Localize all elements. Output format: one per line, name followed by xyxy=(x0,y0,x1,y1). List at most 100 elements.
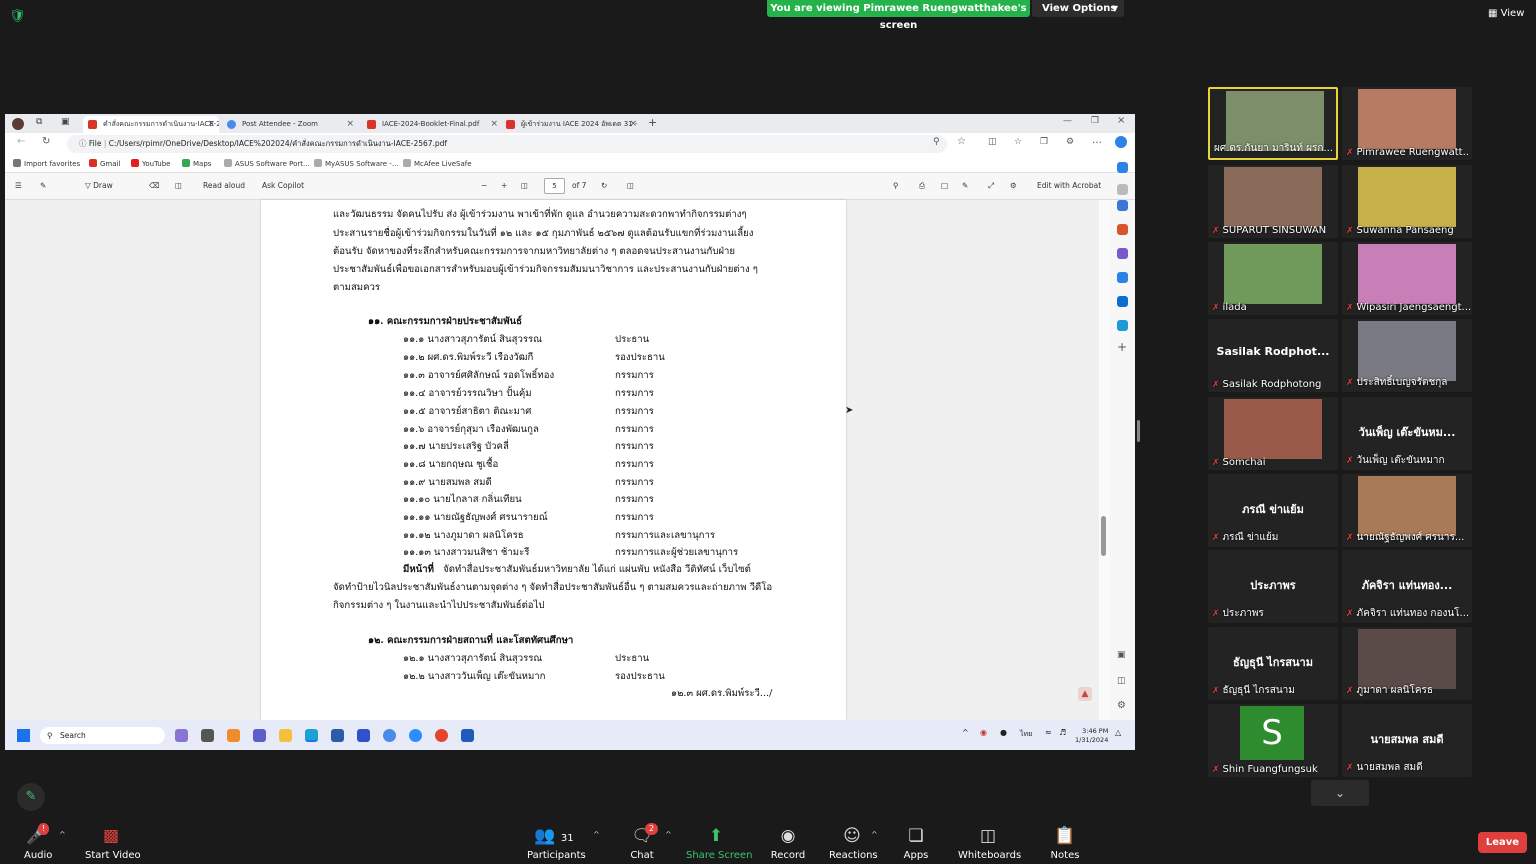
sidebar-settings-icon[interactable]: ⚙ xyxy=(1117,700,1126,711)
security-shield-icon[interactable]: 🛡 xyxy=(9,9,26,24)
save-icon[interactable]: □ xyxy=(941,181,948,190)
favorite-maps[interactable]: Maps xyxy=(182,159,211,168)
volume-icon[interactable]: ♬ xyxy=(1059,728,1066,737)
file-explorer-icon[interactable] xyxy=(279,729,292,742)
favorite-myasus[interactable]: MyASUS Software -... xyxy=(314,159,399,168)
contents-icon[interactable]: ☰ xyxy=(15,181,22,190)
tab-1[interactable]: Post Attendee - Zoom × xyxy=(222,116,358,133)
participant-tile[interactable]: ✗ Wipasiri Jaengsaengt... xyxy=(1342,242,1472,315)
whiteboard-app-icon[interactable] xyxy=(357,729,370,742)
participant-tile[interactable]: ✗ ภูมาดา ผลนิโครธ xyxy=(1342,627,1472,700)
close-icon[interactable]: × xyxy=(629,116,637,133)
notification-bell-icon[interactable]: △ xyxy=(1115,728,1121,737)
whiteboards-button[interactable]: ◫ Whiteboards xyxy=(958,825,1021,861)
find-icon[interactable]: ⚲ xyxy=(893,181,899,190)
tools-icon[interactable] xyxy=(1117,224,1128,235)
teams-icon[interactable] xyxy=(253,729,266,742)
panel-resize-handle[interactable] xyxy=(1137,420,1140,442)
favorite-star-icon[interactable]: ☆ xyxy=(957,136,966,147)
reactions-caret-icon[interactable]: ^ xyxy=(871,830,878,839)
taskbar-search[interactable]: ⚲ Search xyxy=(40,727,165,744)
mcafee-tray-icon[interactable]: ◉ xyxy=(980,728,987,737)
back-icon[interactable]: ← xyxy=(17,136,25,147)
settings-icon[interactable]: ⚙ xyxy=(1010,181,1017,190)
leave-button[interactable]: Leave xyxy=(1478,832,1527,853)
zoom-app-icon[interactable] xyxy=(383,729,396,742)
sidebar-toggle-icon[interactable]: ◫ xyxy=(1117,676,1126,686)
participant-tile[interactable]: S ✗ Shin Fuangfungsuk xyxy=(1208,704,1338,777)
ask-copilot-button[interactable]: Ask Copilot xyxy=(262,181,304,190)
view-button[interactable]: ▦ View xyxy=(1488,8,1524,19)
notes-button[interactable]: 📋 Notes xyxy=(1049,825,1081,861)
favorite-import[interactable]: Import favorites xyxy=(13,159,80,168)
task-view-icon[interactable] xyxy=(201,729,214,742)
rotate-icon[interactable]: ↻ xyxy=(601,181,607,190)
outlook-icon[interactable] xyxy=(1117,296,1128,307)
app-icon[interactable] xyxy=(227,729,240,742)
copilot-sidebar-icon[interactable] xyxy=(1117,162,1128,173)
acrobat-icon[interactable]: ▲ xyxy=(1078,687,1092,701)
participant-tile[interactable]: ✗ Suwanna Pansaeng xyxy=(1342,165,1472,238)
reactions-button[interactable]: ☺ Reactions xyxy=(829,825,878,861)
annotate-button[interactable]: ✎ xyxy=(17,783,45,811)
edit-with-acrobat-button[interactable]: Edit with Acrobat xyxy=(1037,181,1101,190)
tab-actions-icon[interactable]: ▣ xyxy=(61,117,70,127)
apps-button[interactable]: ❏ Apps xyxy=(900,825,932,861)
participant-tile[interactable]: ✗ ilada xyxy=(1208,242,1338,315)
microsoft365-icon[interactable] xyxy=(1117,272,1128,283)
page-view-icon[interactable]: ◫ xyxy=(175,181,182,190)
participant-tile[interactable]: วันเพ็ญ เต๊ะขันหม... ✗ วันเพ็ญ เต๊ะขันหมาก xyxy=(1342,397,1472,470)
start-video-button[interactable]: ▩ Start Video xyxy=(85,825,141,861)
extensions-icon[interactable]: ⚙ xyxy=(1066,137,1074,147)
clock[interactable]: 3:46 PM 1/31/2024 xyxy=(1075,727,1108,745)
favorite-youtube[interactable]: YouTube xyxy=(131,159,170,168)
participant-tile[interactable]: ผศ.ดร.กันยา มารินท์ ผรก... xyxy=(1208,87,1338,160)
screenshot-icon[interactable]: ▣ xyxy=(1117,650,1126,660)
minimize-icon[interactable]: — xyxy=(1063,116,1072,126)
page-number-input[interactable]: 5 xyxy=(544,178,565,194)
participant-tile[interactable]: ✗ SUPARUT SINSUWAN xyxy=(1208,165,1338,238)
language-indicator[interactable]: ไทย xyxy=(1020,729,1032,740)
tab-3[interactable]: ผู้เข้าร่วมงาน IACE 2024 อัพเดต 31 - × xyxy=(501,116,641,133)
vertical-scrollbar[interactable] xyxy=(1099,200,1109,720)
tab-2[interactable]: IACE-2024-Booklet-Final.pdf × xyxy=(362,116,502,133)
workspaces-icon[interactable]: ⧉ xyxy=(36,117,42,127)
scrollbar-thumb[interactable] xyxy=(1101,516,1106,556)
record-button[interactable]: ◉ Record xyxy=(770,825,806,861)
audio-button[interactable]: 🎤 ! Audio xyxy=(24,823,52,861)
shopping-icon[interactable] xyxy=(1117,200,1128,211)
audio-options-caret-icon[interactable]: ^ xyxy=(59,830,66,839)
games-icon[interactable] xyxy=(1117,248,1128,259)
participants-caret-icon[interactable]: ^ xyxy=(593,830,600,839)
save-as-icon[interactable]: ✎ xyxy=(962,181,968,190)
url-bar[interactable]: ⓘ File | C:/Users/rpimr/OneDrive/Desktop… xyxy=(67,135,947,153)
print-icon[interactable]: ⎙ xyxy=(919,181,925,191)
fit-page-icon[interactable]: ◫ xyxy=(521,181,528,190)
mic-tray-icon[interactable]: ● xyxy=(1000,728,1007,737)
word-icon[interactable] xyxy=(461,729,474,742)
share-screen-button[interactable]: ⬆ Share Screen xyxy=(686,825,752,861)
participants-button[interactable]: 👥 31 Participants xyxy=(527,825,586,861)
edge-icon[interactable] xyxy=(305,729,318,742)
participant-tile[interactable]: ✗ นายณัฐธัญพงศ์ ศรนาร... xyxy=(1342,474,1472,547)
new-tab-icon[interactable]: + xyxy=(648,116,657,129)
draw-button[interactable]: ▽ Draw xyxy=(85,181,113,190)
more-menu-icon[interactable]: … xyxy=(1092,135,1102,146)
close-icon[interactable]: × xyxy=(207,116,215,133)
view-options-button[interactable]: View Options ▼ xyxy=(1032,0,1124,17)
search-icon[interactable] xyxy=(1117,184,1128,195)
zoom-in-icon[interactable]: + xyxy=(501,181,507,190)
close-icon[interactable]: × xyxy=(346,116,354,133)
participant-tile[interactable]: Sasilak Rodphot... ✗ Sasilak Rodphotong xyxy=(1208,319,1338,392)
chrome-icon[interactable] xyxy=(435,729,448,742)
restore-icon[interactable]: ❐ xyxy=(1091,116,1099,126)
zoom-out-icon[interactable]: − xyxy=(481,181,487,190)
collections-icon[interactable]: ❐ xyxy=(1040,137,1048,147)
participant-tile[interactable]: ประภาพร ✗ ประภาพร xyxy=(1208,550,1338,623)
zoom-meeting-icon[interactable] xyxy=(409,729,422,742)
pdf-viewport[interactable]: และวัฒนธรรม จัดคนไปรับ ส่ง ผู้เข้าร่วมงา… xyxy=(5,200,1105,720)
favorite-asus-portal[interactable]: ASUS Software Port... xyxy=(224,159,310,168)
participant-tile[interactable]: ธัญธุนี ไกรสนาม ✗ ธัญธุนี ไกรสนาม xyxy=(1208,627,1338,700)
read-aloud-button[interactable]: Read aloud xyxy=(203,181,245,190)
split-screen-icon[interactable]: ◫ xyxy=(988,137,997,147)
